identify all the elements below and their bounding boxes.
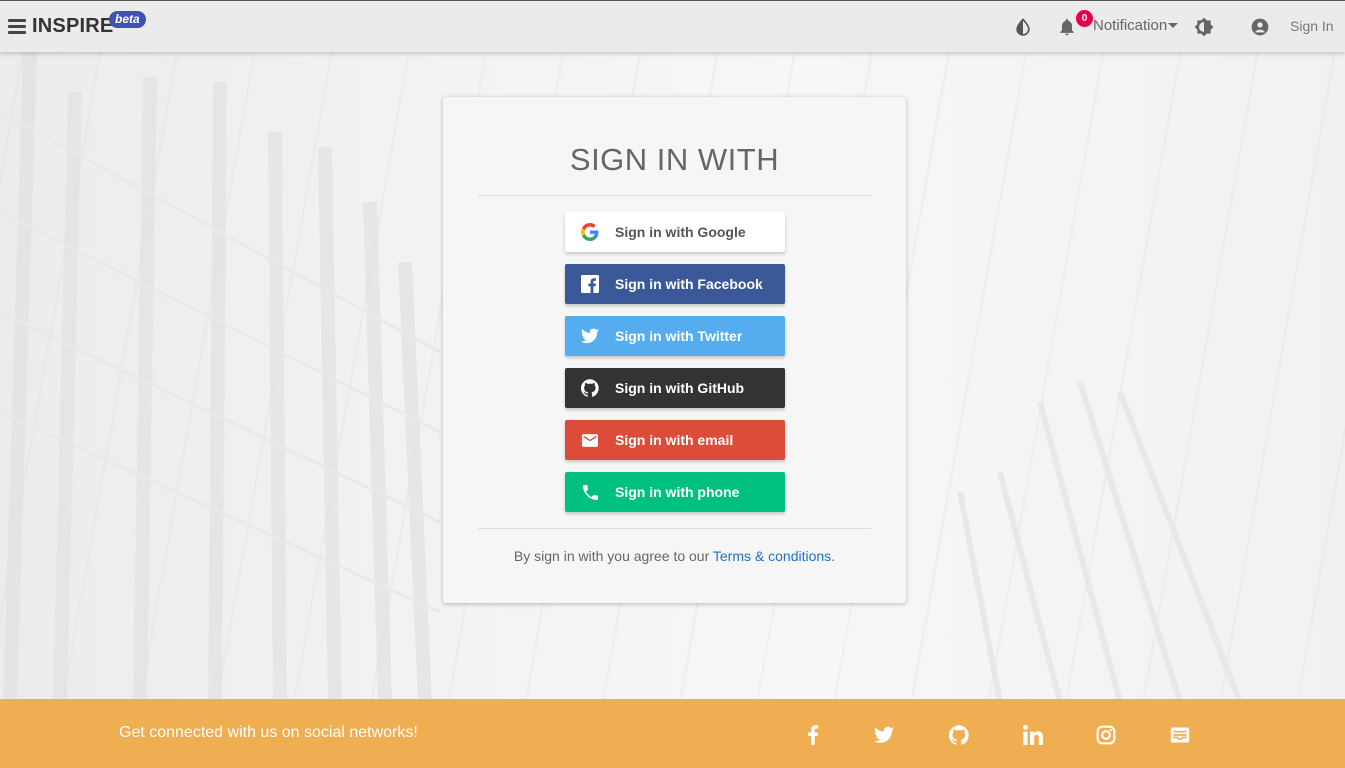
instagram-icon[interactable]	[1096, 725, 1116, 745]
footer-social-text: Get connected with us on social networks…	[119, 724, 418, 741]
google-signin-button[interactable]: Sign in with Google	[565, 212, 785, 252]
github-signin-label: Sign in with GitHub	[615, 380, 745, 396]
facebook-icon[interactable]	[803, 725, 823, 745]
facebook-icon	[581, 275, 599, 293]
contrast-icon[interactable]	[1013, 17, 1033, 37]
facebook-signin-label: Sign in with Facebook	[615, 276, 763, 292]
mailbox-icon[interactable]	[1170, 725, 1190, 745]
nav-signin-link[interactable]: Sign In	[1290, 18, 1334, 34]
beta-badge: beta	[109, 11, 146, 28]
github-signin-button[interactable]: Sign in with GitHub	[565, 368, 785, 408]
brightness-icon[interactable]	[1194, 17, 1214, 37]
linkedin-icon[interactable]	[1023, 725, 1043, 745]
twitter-icon	[581, 328, 599, 344]
google-signin-label: Sign in with Google	[615, 224, 746, 240]
email-signin-button[interactable]: Sign in with email	[565, 420, 785, 460]
divider	[478, 528, 871, 529]
divider	[478, 195, 871, 196]
notification-dropdown[interactable]: Notification	[1093, 17, 1167, 34]
chevron-down-icon[interactable]	[1168, 23, 1178, 28]
phone-signin-button[interactable]: Sign in with phone	[565, 472, 785, 512]
facebook-signin-button[interactable]: Sign in with Facebook	[565, 264, 785, 304]
twitter-icon[interactable]	[874, 725, 894, 745]
brand-logo[interactable]: INSPIRE	[32, 15, 113, 38]
email-icon	[582, 433, 598, 447]
twitter-signin-button[interactable]: Sign in with Twitter	[565, 316, 785, 356]
phone-icon	[582, 484, 598, 500]
menu-icon[interactable]	[8, 19, 26, 35]
terms-prefix: By sign in with you agree to our	[513, 548, 713, 564]
top-navbar: INSPIRE beta 0 Notification Sign In	[0, 0, 1345, 52]
github-icon[interactable]	[949, 725, 969, 745]
github-icon	[581, 379, 599, 397]
signin-card: SIGN IN WITH Sign in with Google Sign in…	[443, 97, 906, 603]
card-title: SIGN IN WITH	[569, 142, 780, 177]
google-icon	[581, 223, 599, 241]
bell-icon[interactable]	[1057, 17, 1077, 37]
terms-link[interactable]: Terms & conditions	[713, 548, 831, 564]
twitter-signin-label: Sign in with Twitter	[615, 328, 743, 344]
email-signin-label: Sign in with email	[615, 432, 734, 448]
terms-suffix: .	[831, 548, 836, 564]
notification-count-badge: 0	[1076, 10, 1093, 27]
phone-signin-label: Sign in with phone	[615, 484, 740, 500]
footer: Get connected with us on social networks…	[0, 699, 1345, 768]
account-icon[interactable]	[1250, 17, 1270, 37]
terms-text: By sign in with you agree to our Terms &…	[443, 548, 906, 564]
